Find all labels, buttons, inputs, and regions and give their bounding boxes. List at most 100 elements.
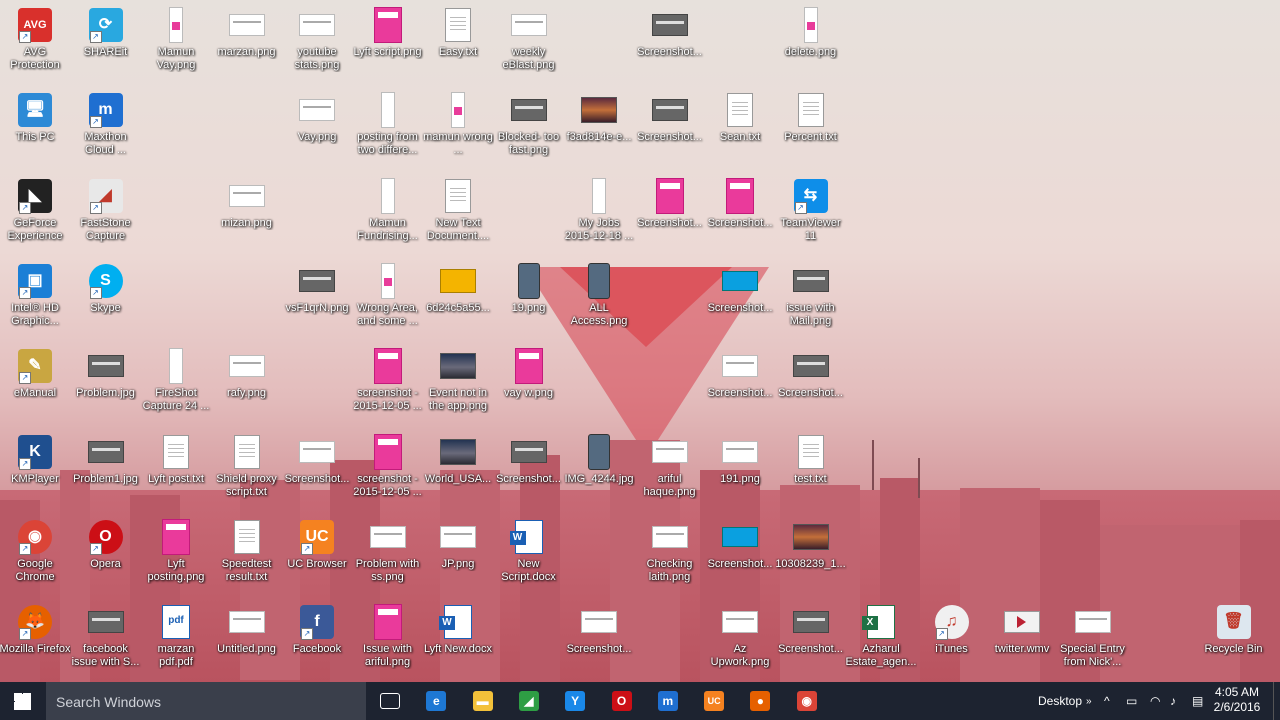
desktop-icon-shield-proxy[interactable]: Shield proxy script.txt [211, 430, 283, 514]
desktop-icon-img10308[interactable]: 10308239_1... [775, 515, 847, 599]
desktop-icon-special-entry[interactable]: Special Entry from Nick'... [1057, 600, 1129, 682]
battery-icon[interactable]: ▭ [1126, 682, 1137, 720]
desktop-icon-mamun-wrong[interactable]: mamun wrong ... [422, 88, 494, 172]
desktop-icon-world-usa[interactable]: World_USA... [422, 430, 494, 514]
search-box[interactable]: Search Windows [46, 682, 366, 720]
desktop-icon-faststone[interactable]: ◢ ↗ FastStone Capture [70, 174, 142, 258]
desktop-icon-lyft-posting[interactable]: Lyft posting.png [140, 515, 212, 599]
desktop-icon-recycle-bin[interactable]: 🗑 Recycle Bin [1198, 600, 1270, 682]
desktop-icon-shareit[interactable]: ⟳ ↗ SHAREit [70, 3, 142, 87]
desktop-icon-geforce[interactable]: ◣ ↗ GeForce Experience [0, 174, 71, 258]
desktop-icon-marzan-pdf[interactable]: pdf marzan pdf.pdf [140, 600, 212, 682]
desktop-icon-uc-browser[interactable]: UC ↗ UC Browser [281, 515, 353, 599]
desktop-icon-intel-hd[interactable]: ▣ ↗ Intel® HD Graphic... [0, 259, 71, 343]
desktop-toolbar[interactable]: Desktop [1038, 682, 1082, 720]
desktop-icon-teamviewer[interactable]: ⇆ ↗ TeamViewer 11 [775, 174, 847, 258]
desktop-icon-screenshot-2015-a[interactable]: screenshot - 2015-12-05 ... [352, 344, 424, 428]
desktop-icon-jp[interactable]: JP.png [422, 515, 494, 599]
desktop-icon-skype[interactable]: S ↗ Skype [70, 259, 142, 343]
volume-icon[interactable]: ♪ [1170, 682, 1176, 720]
desktop-icon-new-script[interactable]: New Script.docx [493, 515, 565, 599]
desktop-icon-vsf1[interactable]: vsF1qrN.png [281, 259, 353, 343]
desktop-icon-this-pc[interactable]: 🖥 This PC [0, 88, 71, 172]
desktop-icon-youtube-stats[interactable]: youtube stats.png [281, 3, 353, 87]
desktop-icon-blocked-too-fast[interactable]: Blocked- too fast.png [493, 88, 565, 172]
desktop-icon-marzan[interactable]: marzan.png [211, 3, 283, 87]
desktop-icon-mizan[interactable]: mizan.png [211, 174, 283, 258]
desktop-icon-screenshot-1[interactable]: Screenshot... [634, 3, 706, 87]
desktop-icon-delete[interactable]: delete.png [775, 3, 847, 87]
desktop-icon-screenshot-10[interactable]: Screenshot... [704, 515, 776, 599]
taskbar-network-app[interactable]: Y [557, 686, 593, 716]
desktop-icon-opera[interactable]: O ↗ Opera [70, 515, 142, 599]
desktop-icon-facebook-issue[interactable]: facebook issue with S... [70, 600, 142, 682]
desktop-icon-all-access[interactable]: ALL Access.png [563, 259, 635, 343]
desktop-icon-screenshot-2[interactable]: Screenshot... [634, 88, 706, 172]
desktop[interactable]: AVG ↗ AVG Protection ⟳ ↗ SHAREit Mamun Vay.png… [0, 0, 1280, 682]
desktop-icon-my-jobs[interactable]: My Jobs 2015-12-18 ... [563, 174, 635, 258]
desktop-icon-rafy[interactable]: rafy.png [211, 344, 283, 428]
taskbar-chrome[interactable]: ◉ [789, 686, 825, 716]
desktop-icon-firefox[interactable]: 🦊 ↗ Mozilla Firefox [0, 600, 71, 682]
desktop-icon-itunes[interactable]: ♫ ↗ iTunes [916, 600, 988, 682]
desktop-icon-6d24c[interactable]: 6d24c5a55... [422, 259, 494, 343]
desktop-icon-screenshot-12[interactable]: Screenshot... [775, 600, 847, 682]
desktop-icon-screenshot-2015-b[interactable]: screenshot - 2015-12-05 ... [352, 430, 424, 514]
desktop-icon-screenshot-6[interactable]: Screenshot... [704, 344, 776, 428]
desktop-icon-chrome[interactable]: ◉ ↗ Google Chrome [0, 515, 71, 599]
desktop-icon-maxthon[interactable]: m ↗ Maxthon Cloud ... [70, 88, 142, 172]
desktop-icon-screenshot-5[interactable]: Screenshot... [704, 259, 776, 343]
show-desktop-button[interactable] [1273, 682, 1280, 720]
desktop-icon-vay[interactable]: Vay.png [281, 88, 353, 172]
desktop-icon-screenshot-7[interactable]: Screenshot... [775, 344, 847, 428]
desktop-icon-emanual[interactable]: ✎ ↗ eManual [0, 344, 71, 428]
taskbar-task-view[interactable] [372, 686, 408, 716]
desktop-icon-wrong-area[interactable]: Wrong Area, and some ... [352, 259, 424, 343]
taskbar-uc-browser[interactable]: UC [696, 686, 732, 716]
taskbar-firefox[interactable]: ● [742, 686, 778, 716]
desktop-icon-avg[interactable]: AVG ↗ AVG Protection [0, 3, 71, 87]
desktop-icon-problem-ss[interactable]: Problem with ss.png [352, 515, 424, 599]
desktop-icon-sean[interactable]: Sean.txt [704, 88, 776, 172]
desktop-icon-posting-two[interactable]: posting from two differe... [352, 88, 424, 172]
desktop-icon-test-txt[interactable]: test.txt [775, 430, 847, 514]
desktop-icon-mamun-vay[interactable]: Mamun Vay.png [140, 3, 212, 87]
wifi-icon[interactable]: ◠ [1150, 682, 1160, 720]
desktop-icon-screenshot-4[interactable]: Screenshot... [704, 174, 776, 258]
desktop-icon-azharul[interactable]: Azharul Estate_agen... [845, 600, 917, 682]
desktop-icon-screenshot-11[interactable]: Screenshot... [563, 600, 635, 682]
desktop-icon-facebook[interactable]: f ↗ Facebook [281, 600, 353, 682]
toolbar-expand-icon[interactable]: » [1086, 682, 1092, 720]
desktop-icon-lyft-script[interactable]: Lyft script.png [352, 3, 424, 87]
taskbar-file-explorer[interactable]: ▬ [465, 686, 501, 716]
desktop-icon-screenshot-3[interactable]: Screenshot... [634, 174, 706, 258]
desktop-icon-img4244[interactable]: IMG_4244.jpg [563, 430, 635, 514]
desktop-icon-new-text[interactable]: New Text Document.... [422, 174, 494, 258]
taskbar-maxthon[interactable]: m [650, 686, 686, 716]
start-button[interactable] [0, 682, 46, 720]
desktop-icon-fireshot[interactable]: FireShot Capture 24 ... [140, 344, 212, 428]
system-clock[interactable]: 4:05 AM 2/6/2016 [1212, 685, 1262, 715]
desktop-icon-mamun-fundrising[interactable]: Mamun Fundrising... [352, 174, 424, 258]
desktop-icon-vay-w[interactable]: vay w.png [493, 344, 565, 428]
desktop-icon-19png[interactable]: 19.png [493, 259, 565, 343]
desktop-icon-az-upwork[interactable]: Az Upwork.png [704, 600, 776, 682]
desktop-icon-weekly-eblast[interactable]: weekly eBlast.png [493, 3, 565, 87]
desktop-icon-191png[interactable]: 191.png [704, 430, 776, 514]
taskbar-edge[interactable]: e [418, 686, 454, 716]
desktop-icon-event-not[interactable]: Event not in the app.png [422, 344, 494, 428]
desktop-icon-twitter-wmv[interactable]: twitter.wmv [986, 600, 1058, 682]
desktop-icon-f3ad8[interactable]: f3ad814e-e... [563, 88, 635, 172]
desktop-icon-lyft-new[interactable]: Lyft New.docx [422, 600, 494, 682]
desktop-icon-issue-ariful[interactable]: Issue with ariful.png [352, 600, 424, 682]
desktop-icon-speedtest[interactable]: Speedtest result.txt [211, 515, 283, 599]
desktop-icon-kmplayer[interactable]: K ↗ KMPlayer [0, 430, 71, 514]
desktop-icon-problem1[interactable]: Problem1.jpg [70, 430, 142, 514]
desktop-icon-problem-jpg[interactable]: Problem.jpg [70, 344, 142, 428]
desktop-icon-ariful-haque[interactable]: ariful haque.png [634, 430, 706, 514]
desktop-icon-percent[interactable]: Percent.txt [775, 88, 847, 172]
desktop-icon-screenshot-9[interactable]: Screenshot... [493, 430, 565, 514]
desktop-icon-screenshot-8[interactable]: Screenshot... [281, 430, 353, 514]
show-hidden-icons-icon[interactable]: ^ [1104, 682, 1110, 720]
action-center-icon[interactable]: ▤ [1192, 682, 1203, 720]
